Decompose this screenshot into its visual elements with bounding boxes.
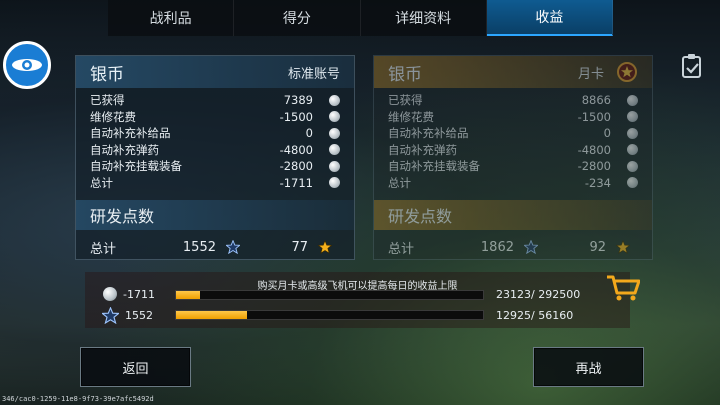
silver-row-earned: 已获得 8866 xyxy=(388,92,638,109)
row-value: -4800 xyxy=(279,142,313,157)
clipboard-icon[interactable] xyxy=(680,53,704,79)
research-header: 研发点数 xyxy=(76,200,354,230)
silver-title: 银币 xyxy=(388,64,422,85)
silver-header: 银币 标准账号 xyxy=(76,56,354,88)
row-label: 总计 xyxy=(388,175,411,190)
row-label: 自动补充挂载装备 xyxy=(90,159,182,174)
research-total-label: 总计 xyxy=(90,241,117,257)
back-button[interactable]: 返回 xyxy=(80,347,191,387)
version-text: 346/cac0-1259-11e8-9f73-39e7afc5492d xyxy=(2,395,154,403)
row-label: 总计 xyxy=(90,175,113,190)
research-gold-value: 77 xyxy=(291,239,308,255)
silver-coin-icon xyxy=(329,144,340,156)
row-value: 0 xyxy=(305,126,313,141)
silver-rows: 已获得 8866 维修花费 -1500 自动补充补给品 0 自动补充弹药 -4800 自… xyxy=(374,88,652,191)
silver-coin-icon xyxy=(329,111,340,123)
account-type-label: 标准账号 xyxy=(287,66,340,82)
rank-badge-icon xyxy=(617,62,637,82)
row-label: 自动补充弹药 xyxy=(90,142,159,157)
row-label: 已获得 xyxy=(90,93,125,108)
row-label: 自动补充挂载装备 xyxy=(388,159,480,174)
gold-star-icon xyxy=(318,240,332,254)
silver-progress-fill xyxy=(176,291,201,299)
row-value: 8866 xyxy=(581,93,611,108)
tab-score[interactable]: 得分 xyxy=(234,0,361,36)
silver-header: 银币 月卡 xyxy=(374,56,652,88)
silver-coin-icon xyxy=(627,94,638,106)
research-progress-bar xyxy=(175,310,484,320)
silver-row-payload: 自动补充挂载装备 -2800 xyxy=(90,158,340,175)
silver-coin-icon xyxy=(627,127,638,139)
tab-bar: 战利品 得分 详细资料 收益 xyxy=(108,0,613,36)
silver-coin-icon xyxy=(627,111,638,123)
gold-star-icon xyxy=(616,240,630,254)
row-label: 自动补充弹药 xyxy=(388,142,457,157)
silver-row-payload: 自动补充挂载装备 -2800 xyxy=(388,158,638,175)
silver-rows: 已获得 7389 维修花费 -1500 自动补充补给品 0 自动补充弹药 -4800 自… xyxy=(76,88,354,191)
research-progress-text: 12925/ 56160 xyxy=(496,309,574,322)
silver-row-ammo: 自动补充弹药 -4800 xyxy=(90,142,340,159)
row-value: -2800 xyxy=(279,159,313,174)
blue-star-icon xyxy=(226,240,240,254)
row-label: 自动补充补给品 xyxy=(90,126,171,141)
research-income-value: 1552 xyxy=(125,309,153,322)
research-gold-value: 92 xyxy=(589,239,606,255)
row-value: -2800 xyxy=(577,159,611,174)
blue-star-icon xyxy=(102,307,119,324)
silver-coin-icon xyxy=(329,160,340,172)
standard-account-panel: 银币 标准账号 已获得 7389 维修花费 -1500 自动补充补给品 0 自动补充弹… xyxy=(75,55,355,260)
research-total-row: 总计 1552 77 xyxy=(76,230,354,264)
silver-row-supplies: 自动补充补给品 0 xyxy=(388,125,638,142)
silver-row-earned: 已获得 7389 xyxy=(90,92,340,109)
row-label: 维修花费 xyxy=(90,109,136,124)
row-label: 自动补充补给品 xyxy=(388,126,469,141)
silver-title: 银币 xyxy=(90,64,124,85)
silver-row-total: 总计 -1711 xyxy=(90,175,340,192)
battle-again-button[interactable]: 再战 xyxy=(533,347,644,387)
row-value: 0 xyxy=(603,126,611,141)
tab-loot[interactable]: 战利品 xyxy=(108,0,235,36)
silver-coin-icon xyxy=(103,287,117,301)
silver-coin-icon xyxy=(329,127,340,139)
tab-income[interactable]: 收益 xyxy=(486,0,613,36)
silver-income-value: -1711 xyxy=(123,288,155,301)
silver-progress-text: 23123/ 292500 xyxy=(496,288,581,301)
row-value: -234 xyxy=(584,175,611,190)
row-value: -1711 xyxy=(279,175,313,190)
blue-star-icon xyxy=(524,240,538,254)
research-header: 研发点数 xyxy=(374,200,652,230)
research-progress-fill xyxy=(176,311,247,319)
row-label: 已获得 xyxy=(388,93,423,108)
silver-row-supplies: 自动补充补给品 0 xyxy=(90,125,340,142)
silver-coin-icon xyxy=(627,160,638,172)
row-label: 维修花费 xyxy=(388,109,434,124)
account-type-label: 月卡 xyxy=(577,66,604,82)
research-total-row: 总计 1862 92 xyxy=(374,230,652,264)
silver-row-ammo: 自动补充弹药 -4800 xyxy=(388,142,638,159)
research-blue-value: 1552 xyxy=(182,239,216,255)
row-value: -1500 xyxy=(577,109,611,124)
silver-row-total: 总计 -234 xyxy=(388,175,638,192)
logo-icon[interactable] xyxy=(3,41,51,89)
cart-icon[interactable] xyxy=(606,274,640,302)
research-blue-value: 1862 xyxy=(480,239,514,255)
silver-coin-icon xyxy=(329,177,340,189)
silver-coin-icon xyxy=(627,177,638,189)
research-total-label: 总计 xyxy=(388,241,415,257)
tab-details[interactable]: 详细资料 xyxy=(361,0,487,36)
silver-progress-bar xyxy=(175,290,484,300)
monthly-card-panel: 银币 月卡 已获得 8866 维修花费 -1500 自动补充补给品 0 自动补充弹药 -… xyxy=(373,55,653,260)
row-value: -4800 xyxy=(577,142,611,157)
row-value: -1500 xyxy=(279,109,313,124)
silver-coin-icon xyxy=(329,94,340,106)
silver-row-repair: 维修花费 -1500 xyxy=(388,109,638,126)
row-value: 7389 xyxy=(283,93,313,108)
silver-coin-icon xyxy=(627,144,638,156)
silver-row-repair: 维修花费 -1500 xyxy=(90,109,340,126)
